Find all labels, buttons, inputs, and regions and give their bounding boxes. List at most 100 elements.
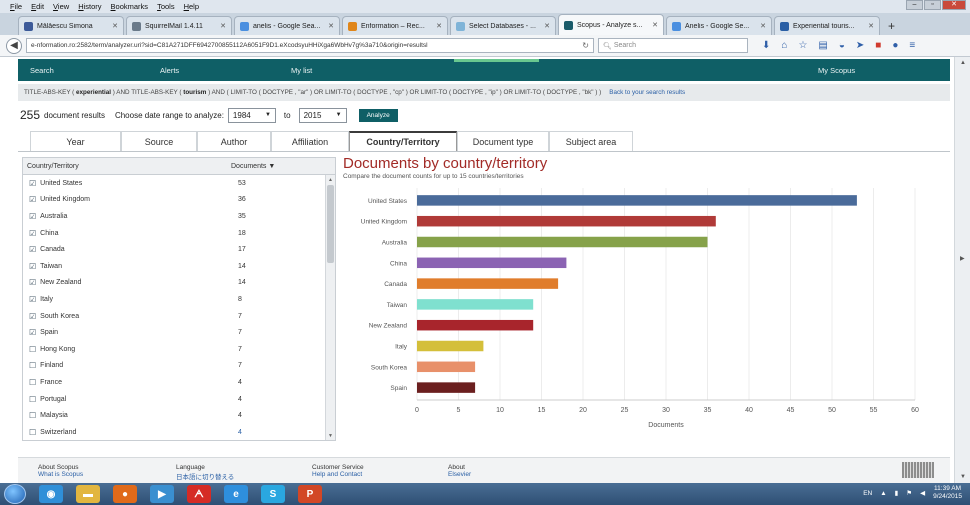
checkbox-checked-icon[interactable]: ☑: [29, 312, 36, 321]
from-year-select[interactable]: 1984 ▼: [227, 107, 276, 123]
addon-icon[interactable]: ■: [875, 40, 881, 51]
browser-tab[interactable]: SquirrelMail 1.4.11 ✕: [126, 16, 232, 35]
send-icon[interactable]: ➤: [856, 40, 864, 51]
scroll-down-icon[interactable]: ▼: [328, 433, 333, 439]
browser-tab[interactable]: anelis - Google Sea... ✕: [234, 16, 340, 35]
checkbox-unchecked-icon[interactable]: ☐: [29, 428, 36, 437]
back-button[interactable]: ◀: [6, 37, 22, 54]
tab-country-territory[interactable]: Country/Territory: [349, 131, 457, 151]
bookmarks-list-icon[interactable]: ▤: [818, 40, 827, 51]
analyze-button[interactable]: Analyze: [358, 108, 398, 122]
table-row[interactable]: ☑ South Korea 7: [23, 308, 335, 325]
acrobat-taskbar-icon[interactable]: ᗅ: [187, 485, 211, 503]
scroll-up-icon[interactable]: ▲: [960, 60, 966, 66]
checkbox-checked-icon[interactable]: ☑: [29, 212, 36, 221]
menu-item-file[interactable]: File: [10, 2, 22, 11]
ie-taskbar-icon[interactable]: e: [224, 485, 248, 503]
tab-subject-area[interactable]: Subject area: [549, 131, 633, 151]
table-row[interactable]: ☐ Finland 7: [23, 358, 335, 375]
nav-search-link[interactable]: Search: [30, 66, 54, 75]
table-scroll-thumb[interactable]: [327, 185, 334, 263]
language-indicator[interactable]: EN: [863, 490, 872, 497]
close-tab-icon[interactable]: ✕: [112, 22, 118, 30]
checkbox-unchecked-icon[interactable]: ☐: [29, 395, 36, 404]
menu-item-bookmarks[interactable]: Bookmarks: [111, 2, 149, 11]
checkbox-checked-icon[interactable]: ☑: [29, 328, 36, 337]
close-window-button[interactable]: ✕: [942, 0, 966, 10]
reload-icon[interactable]: ↻: [582, 41, 589, 50]
table-row[interactable]: ☐ Portugal 4: [23, 391, 335, 408]
tab-year[interactable]: Year: [30, 131, 121, 151]
chat-icon[interactable]: ●: [892, 40, 898, 51]
footer-link[interactable]: What is Scopus: [38, 471, 83, 478]
maximize-button[interactable]: ▫: [924, 0, 941, 10]
home-icon[interactable]: ⌂: [781, 40, 787, 51]
browser-tab[interactable]: Experiential touris... ✕: [774, 16, 880, 35]
browser-tab[interactable]: Scopus - Analyze s... ✕: [558, 14, 664, 35]
table-row[interactable]: ☐ Switzerland 4: [23, 424, 335, 440]
checkbox-checked-icon[interactable]: ☑: [29, 229, 36, 238]
search-input[interactable]: 🔍︎ Search: [598, 38, 748, 53]
volume-icon[interactable]: ◀: [920, 489, 925, 497]
page-scrollbar[interactable]: ▲ ▶ ▼: [954, 57, 970, 483]
documents-column-header[interactable]: Documents ▼: [231, 163, 275, 170]
close-tab-icon[interactable]: ✕: [652, 21, 658, 29]
table-row[interactable]: ☐ France 4: [23, 374, 335, 391]
menu-item-view[interactable]: View: [53, 2, 69, 11]
nav-alerts-link[interactable]: Alerts: [160, 66, 179, 75]
checkbox-unchecked-icon[interactable]: ☐: [29, 411, 36, 420]
table-row[interactable]: ☑ United States 53: [23, 175, 335, 192]
table-row[interactable]: ☐ Malaysia 4: [23, 407, 335, 424]
clock[interactable]: 11:39 AM 9/24/2015: [933, 485, 962, 501]
start-button[interactable]: [4, 484, 26, 504]
minimize-button[interactable]: –: [906, 0, 923, 10]
checkbox-checked-icon[interactable]: ☑: [29, 179, 36, 188]
bookmark-star-icon[interactable]: ☆: [798, 40, 807, 51]
checkbox-unchecked-icon[interactable]: ☐: [29, 378, 36, 387]
nav-myscopus-link[interactable]: My Scopus: [818, 66, 855, 75]
close-tab-icon[interactable]: ✕: [544, 22, 550, 30]
explorer-taskbar-icon[interactable]: ▬: [76, 485, 100, 503]
checkbox-unchecked-icon[interactable]: ☐: [29, 345, 36, 354]
media-player-taskbar-icon[interactable]: ▶: [150, 485, 174, 503]
checkbox-checked-icon[interactable]: ☑: [29, 245, 36, 254]
close-tab-icon[interactable]: ✕: [328, 22, 334, 30]
footer-link[interactable]: Help and Contact: [312, 471, 364, 478]
nav-mylist-link[interactable]: My list: [291, 66, 312, 75]
table-row[interactable]: ☑ New Zealand 14: [23, 275, 335, 292]
table-row[interactable]: ☑ United Kingdom 36: [23, 192, 335, 209]
table-row[interactable]: ☑ Australia 35: [23, 208, 335, 225]
menu-icon[interactable]: ≡: [909, 40, 915, 51]
back-to-results-link[interactable]: Back to your search results: [609, 89, 685, 96]
download-icon[interactable]: ⬇: [762, 40, 770, 51]
tray-arrow-icon[interactable]: ▲: [880, 490, 886, 497]
close-tab-icon[interactable]: ✕: [220, 22, 226, 30]
table-row[interactable]: ☐ Hong Kong 7: [23, 341, 335, 358]
close-tab-icon[interactable]: ✕: [760, 22, 766, 30]
pocket-icon[interactable]: ◒: [839, 40, 845, 51]
to-year-select[interactable]: 2015 ▼: [298, 107, 347, 123]
checkbox-checked-icon[interactable]: ☑: [29, 295, 36, 304]
close-tab-icon[interactable]: ✕: [868, 22, 874, 30]
table-row[interactable]: ☑ China 18: [23, 225, 335, 242]
tab-source[interactable]: Source: [121, 131, 197, 151]
chrome-taskbar-icon[interactable]: ◉: [39, 485, 63, 503]
address-bar[interactable]: e-nformation.ro:2582/term/analyzer.uri?s…: [26, 38, 594, 53]
footer-link[interactable]: 日本語に切り替える: [176, 471, 234, 481]
scroll-down-icon[interactable]: ▼: [960, 474, 966, 480]
table-row[interactable]: ☑ Spain 7: [23, 324, 335, 341]
tab-affiliation[interactable]: Affiliation: [271, 131, 349, 151]
close-tab-icon[interactable]: ✕: [436, 22, 442, 30]
checkbox-checked-icon[interactable]: ☑: [29, 262, 36, 271]
browser-tab[interactable]: Enformation – Rec... ✕: [342, 16, 448, 35]
flag-icon[interactable]: ⚑: [906, 489, 912, 497]
network-icon[interactable]: ▮: [895, 489, 899, 497]
table-row[interactable]: ☑ Taiwan 14: [23, 258, 335, 275]
menu-item-history[interactable]: History: [78, 2, 101, 11]
table-row[interactable]: ☑ Italy 8: [23, 291, 335, 308]
table-scrollbar[interactable]: ▲ ▼: [325, 175, 335, 440]
skype-taskbar-icon[interactable]: S: [261, 485, 285, 503]
country-column-header[interactable]: Country/Territory: [23, 163, 231, 170]
checkbox-checked-icon[interactable]: ☑: [29, 278, 36, 287]
browser-tab[interactable]: Mălăescu Simona ✕: [18, 16, 124, 35]
